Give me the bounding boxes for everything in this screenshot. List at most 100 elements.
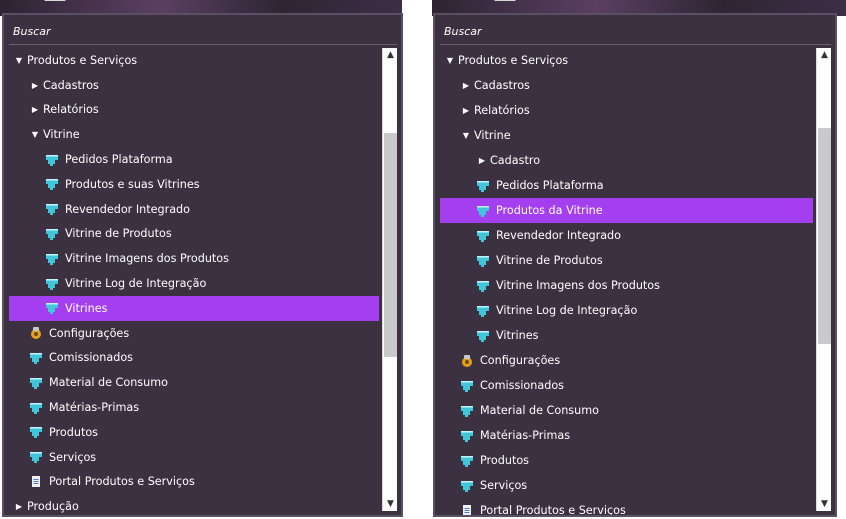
scroll-down-icon[interactable]: ▼	[383, 497, 398, 511]
scroll-up-icon[interactable]: ▲	[817, 48, 832, 62]
scroll-up-icon[interactable]: ▲	[383, 48, 398, 62]
popup-caret	[494, 0, 516, 1]
menu-item[interactable]: ▶ Relatórios	[9, 98, 379, 123]
collapsed-arrow-icon[interactable]: ▶	[476, 156, 488, 165]
menu-item[interactable]: Produtos	[440, 448, 813, 473]
menu-item-label: Portal Produtos e Serviços	[49, 475, 195, 489]
module-icon	[460, 454, 474, 468]
menu-item[interactable]: Revendedor Integrado	[440, 223, 813, 248]
menu-item-label: Serviços	[480, 479, 528, 492]
menu-item-label: Cadastro	[490, 154, 541, 167]
menu-item-label: Comissionados	[480, 379, 564, 392]
menu-item-label: Vitrine de Produtos	[65, 227, 172, 241]
menu-item[interactable]: Vitrine de Produtos	[9, 222, 379, 247]
menu-item-label: Produtos e suas Vitrines	[65, 177, 200, 191]
menu-item-label: Produtos e Serviços	[27, 53, 138, 67]
module-icon	[476, 329, 490, 343]
scroll-down-icon[interactable]: ▼	[817, 497, 832, 511]
menu-item[interactable]: Pedidos Plataforma	[9, 147, 379, 172]
menu-item-label: Produtos da Vitrine	[496, 204, 603, 217]
gear-icon	[29, 326, 43, 340]
module-icon	[29, 376, 43, 390]
menu-item[interactable]: Comissionados	[9, 346, 379, 371]
menu-item[interactable]: Configurações	[9, 321, 379, 346]
module-icon	[476, 254, 490, 268]
menu-item-label: Vitrine Imagens dos Produtos	[496, 279, 660, 292]
menu-item-label: Pedidos Plataforma	[496, 179, 604, 192]
menu-item-label: Serviços	[49, 450, 97, 464]
menu-item[interactable]: Produtos	[9, 420, 379, 445]
menu-item[interactable]: Matérias-Primas	[9, 395, 379, 420]
menu-item-label: Relatórios	[474, 104, 530, 117]
menu-item[interactable]: ▼ Vitrine	[9, 122, 379, 147]
menu-item[interactable]: Vitrine Log de Integração	[9, 271, 379, 296]
menu-item[interactable]: Revendedor Integrado	[9, 197, 379, 222]
menu-item[interactable]: ▶ Cadastro	[440, 148, 813, 173]
panel-gap	[402, 0, 432, 519]
menu-item-label: Cadastros	[474, 79, 530, 92]
menu-item[interactable]: Serviços	[9, 445, 379, 470]
expanded-arrow-icon[interactable]: ▼	[444, 56, 456, 65]
menu-item-label: Revendedor Integrado	[65, 202, 190, 216]
menu-item-label: Configurações	[49, 326, 130, 340]
menu-item[interactable]: Material de Consumo	[440, 398, 813, 423]
menu-item-label: Configurações	[480, 354, 561, 367]
menu-item[interactable]: ▼ Produtos e Serviços	[9, 48, 379, 73]
menu-item[interactable]: ▶ Cadastros	[440, 73, 813, 98]
menu-item[interactable]: Vitrine Imagens dos Produtos	[9, 246, 379, 271]
menu-item[interactable]: ▼ Produtos e Serviços	[440, 48, 813, 73]
menu-item[interactable]: Vitrine Imagens dos Produtos	[440, 273, 813, 298]
menu-item[interactable]: Serviços	[440, 473, 813, 498]
menu-item-label: Produtos	[480, 454, 529, 467]
menu-item[interactable]: Vitrine Log de Integração	[440, 298, 813, 323]
module-icon	[45, 277, 59, 291]
expanded-arrow-icon[interactable]: ▼	[460, 131, 472, 140]
menu-item[interactable]: ▶ Produção	[9, 494, 379, 515]
search-input[interactable]: Buscar	[440, 19, 831, 45]
expanded-arrow-icon[interactable]: ▼	[13, 56, 25, 65]
scrollbar[interactable]: ▲ ▼	[816, 48, 831, 511]
menu-panel-left: Buscar ▼ Produtos e Serviços ▶ Cadastros ▶ Re…	[2, 13, 403, 517]
expanded-arrow-icon[interactable]: ▼	[29, 130, 41, 139]
search-input[interactable]: Buscar	[9, 19, 397, 45]
menu-item[interactable]: Portal Produtos e Serviços	[440, 498, 813, 515]
menu-item-label: Relatórios	[43, 103, 99, 117]
collapsed-arrow-icon[interactable]: ▶	[29, 105, 41, 114]
menu-item[interactable]: Vitrines	[440, 323, 813, 348]
menu-item[interactable]: ▶ Relatórios	[440, 98, 813, 123]
collapsed-arrow-icon[interactable]: ▶	[460, 81, 472, 90]
module-icon	[29, 351, 43, 365]
scroll-thumb[interactable]	[384, 133, 397, 357]
module-icon	[45, 227, 59, 241]
menu-item-label: Vitrine Log de Integração	[65, 277, 207, 291]
collapsed-arrow-icon[interactable]: ▶	[13, 502, 25, 511]
menu-item[interactable]: Matérias-Primas	[440, 423, 813, 448]
module-icon	[45, 301, 59, 315]
menu-item-label: Material de Consumo	[49, 376, 168, 390]
menu-item[interactable]: Pedidos Plataforma	[440, 173, 813, 198]
menu-item[interactable]: ▼ Vitrine	[440, 123, 813, 148]
popup-caret	[44, 0, 66, 1]
menu-item[interactable]: Produtos e suas Vitrines	[9, 172, 379, 197]
menu-item[interactable]: Produtos da Vitrine	[440, 198, 813, 223]
module-icon	[460, 404, 474, 418]
menu-item[interactable]: ▶ Cadastros	[9, 73, 379, 98]
document-icon	[29, 475, 43, 489]
menu-item-label: Produtos e Serviços	[458, 54, 569, 67]
scrollbar[interactable]: ▲ ▼	[382, 48, 397, 511]
menu-item-label: Matérias-Primas	[480, 429, 571, 442]
menu-item[interactable]: Vitrine de Produtos	[440, 248, 813, 273]
menu-item-label: Cadastros	[43, 78, 99, 92]
menu-item[interactable]: Comissionados	[440, 373, 813, 398]
menu-item[interactable]: Portal Produtos e Serviços	[9, 470, 379, 495]
menu-item-label: Vitrine	[474, 129, 511, 142]
scroll-thumb[interactable]	[818, 128, 831, 344]
collapsed-arrow-icon[interactable]: ▶	[29, 81, 41, 90]
menu-item-label: Material de Consumo	[480, 404, 599, 417]
module-icon	[45, 153, 59, 167]
menu-item[interactable]: Configurações	[440, 348, 813, 373]
menu-item[interactable]: Vitrines	[9, 295, 379, 321]
collapsed-arrow-icon[interactable]: ▶	[460, 106, 472, 115]
menu-item[interactable]: Material de Consumo	[9, 370, 379, 395]
module-icon	[45, 202, 59, 216]
